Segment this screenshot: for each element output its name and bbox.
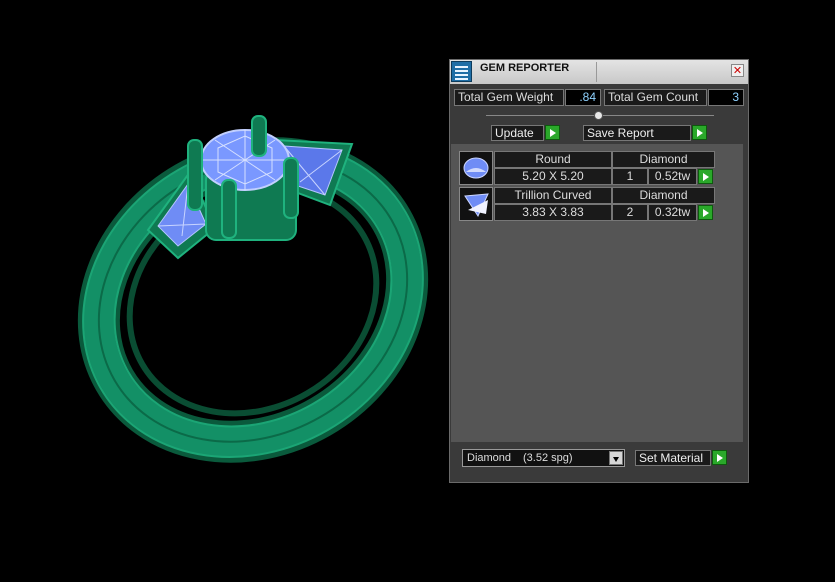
center-round-gem [200, 129, 290, 191]
material-spg: (3.52 spg) [523, 452, 573, 464]
window-title: GEM REPORTER [480, 62, 570, 74]
gem-count: 1 [612, 168, 648, 185]
gem-material: Diamond [612, 151, 715, 168]
material-name: Diamond [467, 452, 512, 464]
report-icon [451, 61, 472, 82]
save-report-go-icon[interactable] [692, 125, 707, 140]
set-material-button[interactable]: Set Material [635, 450, 711, 466]
gem-row[interactable]: Round Diamond 5.20 X 5.20 1 0.52tw [459, 151, 717, 185]
chevron-down-icon[interactable] [609, 451, 623, 465]
slider-handle[interactable] [594, 111, 603, 120]
title-divider [596, 62, 597, 82]
close-icon[interactable]: ✕ [731, 64, 744, 77]
total-gem-count-label: Total Gem Count [604, 89, 707, 106]
gem-row[interactable]: Trillion Curved Diamond 3.83 X 3.83 2 0.… [459, 187, 717, 221]
gem-reporter-panel: GEM REPORTER ✕ Total Gem Weight .84 Tota… [449, 59, 749, 483]
gem-size: 5.20 X 5.20 [494, 168, 612, 185]
round-gem-icon [459, 151, 493, 185]
trillion-gem-icon [459, 187, 493, 221]
total-gem-weight-label: Total Gem Weight [454, 89, 564, 106]
gem-count: 2 [612, 204, 648, 221]
save-report-button[interactable]: Save Report [583, 125, 691, 141]
gem-list: Round Diamond 5.20 X 5.20 1 0.52tw Trill… [451, 144, 743, 442]
gem-shape: Round [494, 151, 612, 168]
gem-size: 3.83 X 3.83 [494, 204, 612, 221]
gem-row-go-icon[interactable] [698, 205, 713, 220]
update-go-icon[interactable] [545, 125, 560, 140]
total-gem-count-value: 3 [708, 89, 744, 106]
gem-weight: 0.52tw [648, 168, 697, 185]
title-bar[interactable]: GEM REPORTER ✕ [450, 60, 748, 84]
gem-row-go-icon[interactable] [698, 169, 713, 184]
update-button[interactable]: Update [491, 125, 544, 141]
gem-shape: Trillion Curved [494, 187, 612, 204]
gem-weight: 0.32tw [648, 204, 697, 221]
gem-material: Diamond [612, 187, 715, 204]
set-material-go-icon[interactable] [712, 450, 727, 465]
material-select[interactable]: Diamond (3.52 spg) [462, 449, 625, 467]
total-gem-weight-value: .84 [565, 89, 601, 106]
